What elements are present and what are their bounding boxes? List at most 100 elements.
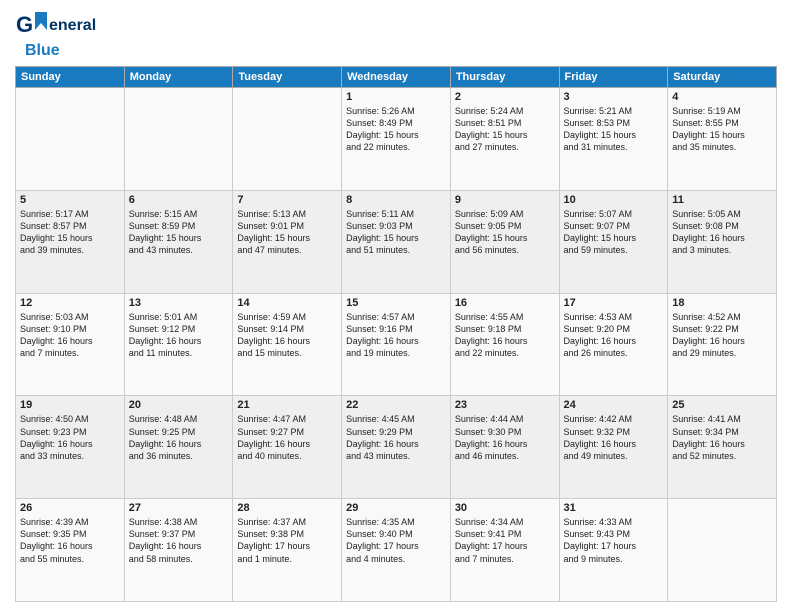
week-row-1: 5 Sunrise: 5:17 AM Sunset: 8:57 PM Daylig… bbox=[16, 190, 777, 293]
day-cell-24: 24 Sunrise: 4:42 AM Sunset: 9:32 PM Dayli… bbox=[559, 396, 668, 499]
day-cell-3: 3 Sunrise: 5:21 AM Sunset: 8:53 PM Daylig… bbox=[559, 88, 668, 191]
day-cell-11: 11Sunrise: 5:05 AM Sunset: 9:08 PM Dayli… bbox=[668, 190, 777, 293]
day-number: 15 bbox=[346, 297, 446, 309]
day-cell-16: 16 Sunrise: 4:55 AM Sunset: 9:18 PM Dayli… bbox=[450, 293, 559, 396]
day-info: Sunrise: 4:41 AM Sunset: 9:34 PM Dayligh… bbox=[672, 413, 772, 462]
day-cell-15: 15 Sunrise: 4:57 AM Sunset: 9:16 PM Dayli… bbox=[342, 293, 451, 396]
day-info: Sunrise: 5:03 AM Sunset: 9:10 PM Dayligh… bbox=[20, 311, 120, 360]
day-number: 21 bbox=[237, 399, 337, 411]
day-cell-28: 28 Sunrise: 4:37 AM Sunset: 9:38 PM Dayli… bbox=[233, 499, 342, 602]
day-number: 16 bbox=[455, 297, 555, 309]
day-number: 13 bbox=[129, 297, 229, 309]
day-cell-12: 12 Sunrise: 5:03 AM Sunset: 9:10 PM Dayli… bbox=[16, 293, 125, 396]
day-number: 12 bbox=[20, 297, 120, 309]
day-header-row: SundayMondayTuesdayWednesdayThursdayFrid… bbox=[16, 67, 777, 88]
day-number: 6 bbox=[129, 194, 229, 206]
day-info: Sunrise: 4:35 AM Sunset: 9:40 PM Dayligh… bbox=[346, 516, 446, 565]
empty-cell bbox=[668, 499, 777, 602]
day-info: Sunrise: 4:33 AM Sunset: 9:43 PM Dayligh… bbox=[564, 516, 664, 565]
day-cell-25: 25 Sunrise: 4:41 AM Sunset: 9:34 PM Dayli… bbox=[668, 396, 777, 499]
day-number: 26 bbox=[20, 502, 120, 514]
day-cell-8: 8 Sunrise: 5:11 AM Sunset: 9:03 PM Daylig… bbox=[342, 190, 451, 293]
day-cell-30: 30 Sunrise: 4:34 AM Sunset: 9:41 PM Dayli… bbox=[450, 499, 559, 602]
day-info: Sunrise: 5:21 AM Sunset: 8:53 PM Dayligh… bbox=[564, 105, 664, 154]
day-number: 10 bbox=[564, 194, 664, 206]
page: G eneral Blue SundayMondayTuesdayWednesd… bbox=[0, 0, 792, 612]
day-info: Sunrise: 5:01 AM Sunset: 9:12 PM Dayligh… bbox=[129, 311, 229, 360]
day-cell-20: 20 Sunrise: 4:48 AM Sunset: 9:25 PM Dayli… bbox=[124, 396, 233, 499]
day-info: Sunrise: 4:59 AM Sunset: 9:14 PM Dayligh… bbox=[237, 311, 337, 360]
day-info: Sunrise: 5:11 AM Sunset: 9:03 PM Dayligh… bbox=[346, 208, 446, 257]
week-row-0: 1Sunrise: 5:26 AM Sunset: 8:49 PM Daylig… bbox=[16, 88, 777, 191]
day-cell-21: 21 Sunrise: 4:47 AM Sunset: 9:27 PM Dayli… bbox=[233, 396, 342, 499]
day-info: Sunrise: 4:44 AM Sunset: 9:30 PM Dayligh… bbox=[455, 413, 555, 462]
empty-cell bbox=[124, 88, 233, 191]
logo-blue-text: Blue bbox=[25, 42, 60, 60]
day-number: 20 bbox=[129, 399, 229, 411]
day-cell-14: 14Sunrise: 4:59 AM Sunset: 9:14 PM Dayli… bbox=[233, 293, 342, 396]
day-info: Sunrise: 4:48 AM Sunset: 9:25 PM Dayligh… bbox=[129, 413, 229, 462]
week-row-2: 12 Sunrise: 5:03 AM Sunset: 9:10 PM Dayli… bbox=[16, 293, 777, 396]
day-info: Sunrise: 5:05 AM Sunset: 9:08 PM Dayligh… bbox=[672, 208, 772, 257]
day-info: Sunrise: 4:53 AM Sunset: 9:20 PM Dayligh… bbox=[564, 311, 664, 360]
day-cell-1: 1Sunrise: 5:26 AM Sunset: 8:49 PM Daylig… bbox=[342, 88, 451, 191]
day-info: Sunrise: 5:17 AM Sunset: 8:57 PM Dayligh… bbox=[20, 208, 120, 257]
day-cell-26: 26 Sunrise: 4:39 AM Sunset: 9:35 PM Dayli… bbox=[16, 499, 125, 602]
day-number: 23 bbox=[455, 399, 555, 411]
day-info: Sunrise: 5:19 AM Sunset: 8:55 PM Dayligh… bbox=[672, 105, 772, 154]
day-info: Sunrise: 4:52 AM Sunset: 9:22 PM Dayligh… bbox=[672, 311, 772, 360]
header: G eneral Blue bbox=[15, 10, 777, 60]
logo: G eneral Blue bbox=[15, 10, 96, 60]
day-info: Sunrise: 5:07 AM Sunset: 9:07 PM Dayligh… bbox=[564, 208, 664, 257]
day-info: Sunrise: 4:42 AM Sunset: 9:32 PM Dayligh… bbox=[564, 413, 664, 462]
day-info: Sunrise: 4:55 AM Sunset: 9:18 PM Dayligh… bbox=[455, 311, 555, 360]
day-cell-5: 5 Sunrise: 5:17 AM Sunset: 8:57 PM Daylig… bbox=[16, 190, 125, 293]
day-info: Sunrise: 4:37 AM Sunset: 9:38 PM Dayligh… bbox=[237, 516, 337, 565]
day-number: 8 bbox=[346, 194, 446, 206]
day-number: 7 bbox=[237, 194, 337, 206]
day-number: 3 bbox=[564, 91, 664, 103]
day-info: Sunrise: 5:13 AM Sunset: 9:01 PM Dayligh… bbox=[237, 208, 337, 257]
day-number: 5 bbox=[20, 194, 120, 206]
day-number: 9 bbox=[455, 194, 555, 206]
day-info: Sunrise: 4:39 AM Sunset: 9:35 PM Dayligh… bbox=[20, 516, 120, 565]
day-number: 18 bbox=[672, 297, 772, 309]
day-number: 30 bbox=[455, 502, 555, 514]
empty-cell bbox=[16, 88, 125, 191]
day-cell-31: 31 Sunrise: 4:33 AM Sunset: 9:43 PM Dayli… bbox=[559, 499, 668, 602]
svg-text:G: G bbox=[16, 12, 33, 37]
day-header-friday: Friday bbox=[559, 67, 668, 88]
day-info: Sunrise: 4:34 AM Sunset: 9:41 PM Dayligh… bbox=[455, 516, 555, 565]
day-header-thursday: Thursday bbox=[450, 67, 559, 88]
empty-cell bbox=[233, 88, 342, 191]
day-info: Sunrise: 4:57 AM Sunset: 9:16 PM Dayligh… bbox=[346, 311, 446, 360]
day-header-monday: Monday bbox=[124, 67, 233, 88]
day-cell-13: 13 Sunrise: 5:01 AM Sunset: 9:12 PM Dayli… bbox=[124, 293, 233, 396]
day-cell-10: 10 Sunrise: 5:07 AM Sunset: 9:07 PM Dayli… bbox=[559, 190, 668, 293]
day-header-sunday: Sunday bbox=[16, 67, 125, 88]
day-info: Sunrise: 4:47 AM Sunset: 9:27 PM Dayligh… bbox=[237, 413, 337, 462]
day-number: 24 bbox=[564, 399, 664, 411]
day-cell-2: 2Sunrise: 5:24 AM Sunset: 8:51 PM Daylig… bbox=[450, 88, 559, 191]
day-cell-23: 23 Sunrise: 4:44 AM Sunset: 9:30 PM Dayli… bbox=[450, 396, 559, 499]
day-info: Sunrise: 4:45 AM Sunset: 9:29 PM Dayligh… bbox=[346, 413, 446, 462]
day-number: 29 bbox=[346, 502, 446, 514]
day-number: 22 bbox=[346, 399, 446, 411]
day-cell-4: 4 Sunrise: 5:19 AM Sunset: 8:55 PM Daylig… bbox=[668, 88, 777, 191]
day-cell-19: 19 Sunrise: 4:50 AM Sunset: 9:23 PM Dayli… bbox=[16, 396, 125, 499]
week-row-3: 19 Sunrise: 4:50 AM Sunset: 9:23 PM Dayli… bbox=[16, 396, 777, 499]
day-cell-29: 29 Sunrise: 4:35 AM Sunset: 9:40 PM Dayli… bbox=[342, 499, 451, 602]
day-number: 25 bbox=[672, 399, 772, 411]
day-number: 4 bbox=[672, 91, 772, 103]
day-info: Sunrise: 4:38 AM Sunset: 9:37 PM Dayligh… bbox=[129, 516, 229, 565]
day-cell-7: 7 Sunrise: 5:13 AM Sunset: 9:01 PM Daylig… bbox=[233, 190, 342, 293]
day-number: 28 bbox=[237, 502, 337, 514]
day-info: Sunrise: 4:50 AM Sunset: 9:23 PM Dayligh… bbox=[20, 413, 120, 462]
day-cell-9: 9Sunrise: 5:09 AM Sunset: 9:05 PM Daylig… bbox=[450, 190, 559, 293]
logo-svg: G bbox=[15, 10, 47, 42]
day-number: 27 bbox=[129, 502, 229, 514]
day-info: Sunrise: 5:15 AM Sunset: 8:59 PM Dayligh… bbox=[129, 208, 229, 257]
day-header-tuesday: Tuesday bbox=[233, 67, 342, 88]
day-number: 19 bbox=[20, 399, 120, 411]
day-number: 31 bbox=[564, 502, 664, 514]
